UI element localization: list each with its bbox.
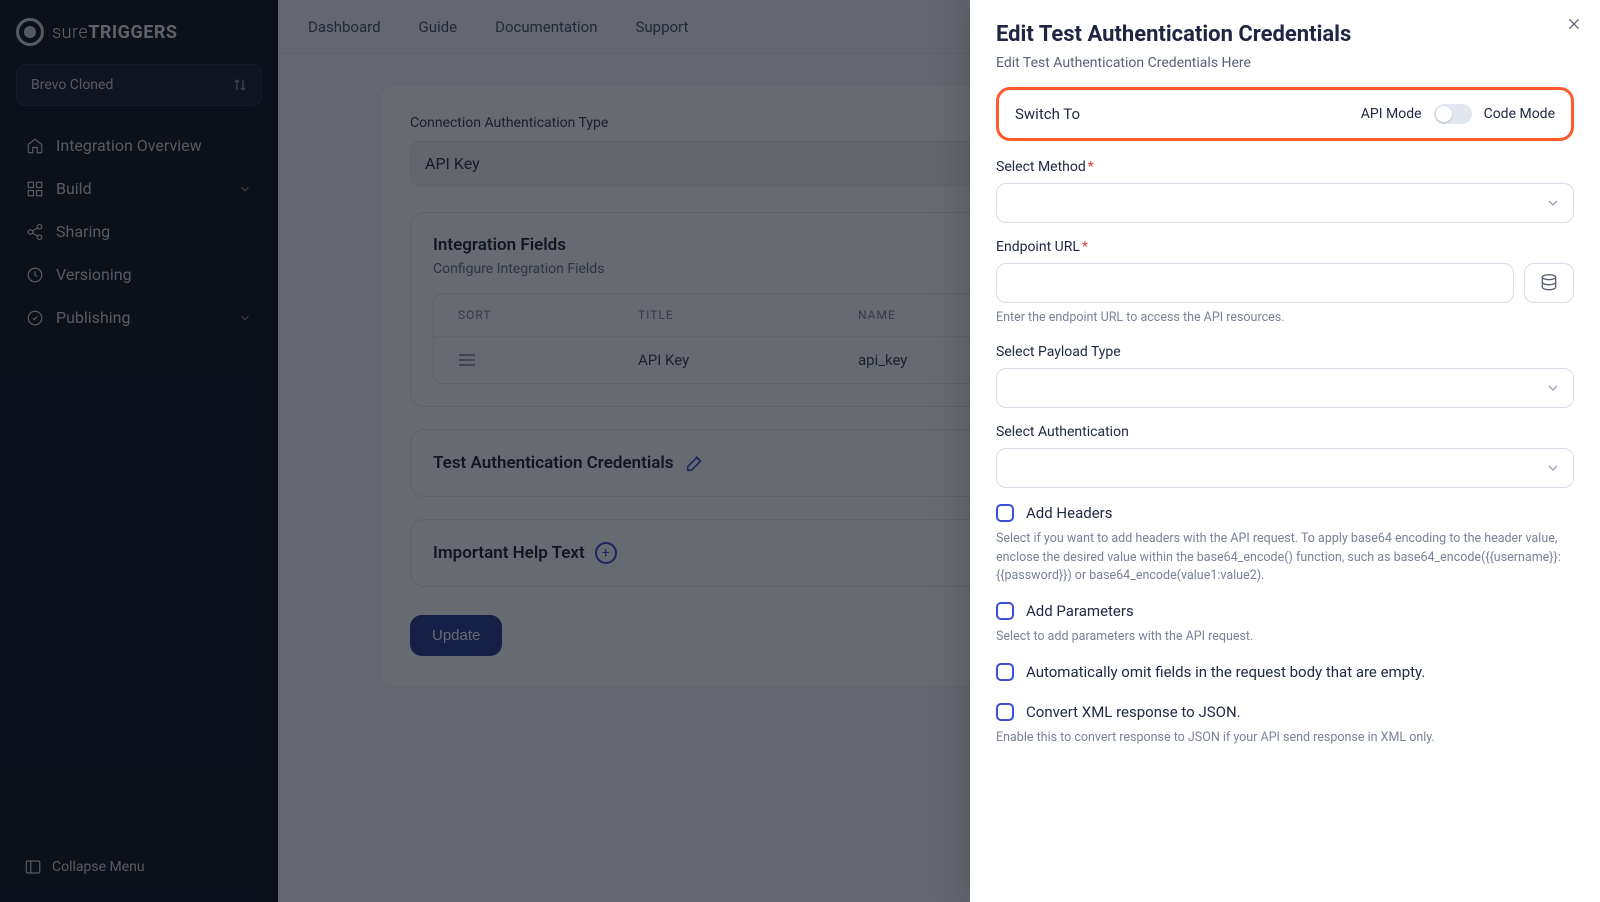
add-headers-row: Add Headers [996,504,1574,522]
switch-mode-box: Switch To API Mode Code Mode [996,87,1574,141]
xml-json-row: Convert XML response to JSON. [996,703,1574,721]
auth-select[interactable] [996,448,1574,488]
data-picker-button[interactable] [1524,263,1574,303]
mode-api-label: API Mode [1361,106,1422,122]
chevron-down-icon [1545,195,1561,211]
mode-toggle[interactable] [1434,104,1472,124]
payload-select[interactable] [996,368,1574,408]
endpoint-label: Endpoint URL* [996,239,1574,255]
params-help: Select to add parameters with the API re… [996,628,1574,647]
headers-help: Select if you want to add headers with t… [996,530,1574,586]
switch-label: Switch To [1015,105,1080,123]
method-select[interactable] [996,183,1574,223]
xml-json-label: Convert XML response to JSON. [1026,703,1241,721]
endpoint-help: Enter the endpoint URL to access the API… [996,309,1574,328]
method-label: Select Method* [996,159,1574,175]
add-params-checkbox[interactable] [996,602,1014,620]
xml-json-help: Enable this to convert response to JSON … [996,729,1574,748]
omit-empty-row: Automatically omit fields in the request… [996,663,1574,681]
add-headers-checkbox[interactable] [996,504,1014,522]
omit-empty-checkbox[interactable] [996,663,1014,681]
auth-label: Select Authentication [996,424,1574,440]
add-params-row: Add Parameters [996,602,1574,620]
payload-label: Select Payload Type [996,344,1574,360]
xml-json-checkbox[interactable] [996,703,1014,721]
drawer-subtitle: Edit Test Authentication Credentials Her… [996,55,1574,71]
edit-drawer: Edit Test Authentication Credentials Edi… [970,0,1600,902]
close-icon[interactable] [1566,16,1582,32]
mode-code-label: Code Mode [1484,106,1555,122]
omit-empty-label: Automatically omit fields in the request… [1026,663,1425,681]
drawer-title: Edit Test Authentication Credentials [996,22,1574,47]
chevron-down-icon [1545,460,1561,476]
endpoint-input[interactable] [996,263,1514,303]
add-params-label: Add Parameters [1026,602,1134,620]
chevron-down-icon [1545,380,1561,396]
add-headers-label: Add Headers [1026,504,1112,522]
